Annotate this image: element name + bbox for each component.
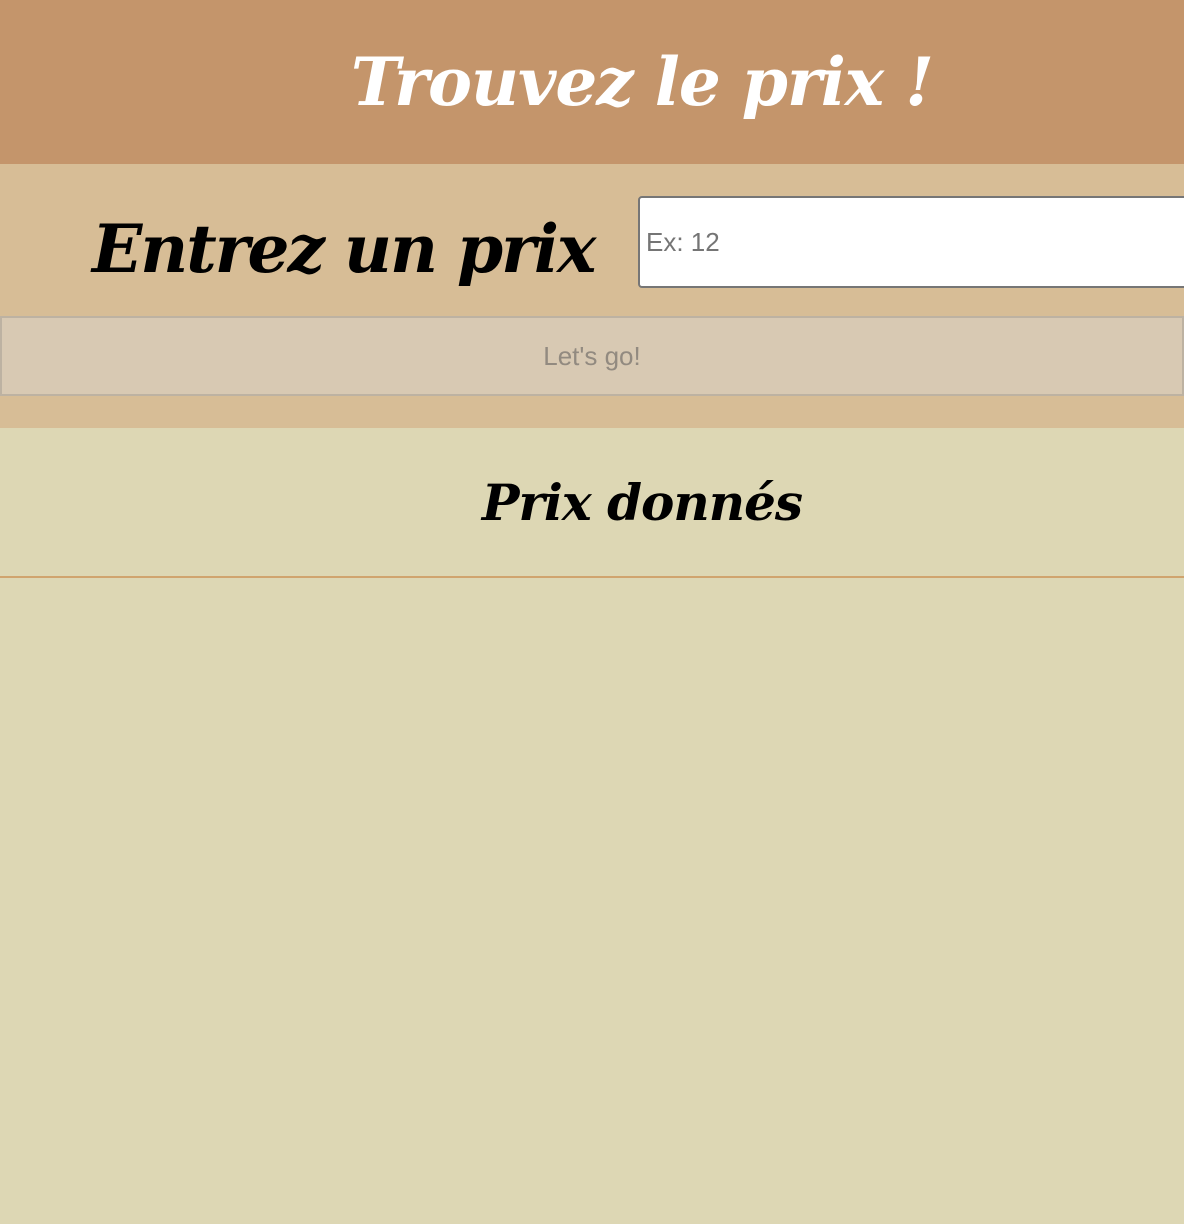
price-input[interactable] [638, 196, 1184, 288]
page-title: Trouvez le prix ! [350, 43, 934, 121]
price-label: Entrez un prix [92, 210, 596, 288]
results-section: Prix donnés [0, 428, 1184, 1224]
results-header: Prix donnés [0, 428, 1184, 578]
submit-button[interactable]: Let's go! [0, 316, 1184, 396]
page-header: Trouvez le prix ! [0, 0, 1184, 164]
results-title: Prix donnés [481, 472, 803, 532]
